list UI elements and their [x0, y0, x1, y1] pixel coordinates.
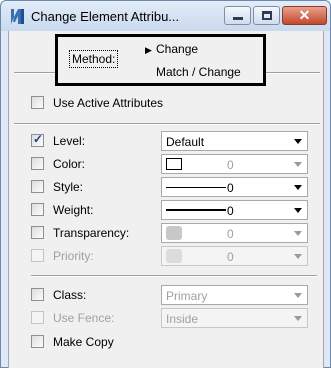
- maximize-button[interactable]: [253, 6, 280, 25]
- method-option-match-change[interactable]: Match / Change: [156, 65, 241, 79]
- use-fence-value: Inside: [166, 312, 199, 326]
- method-label: Method:: [69, 50, 119, 68]
- chevron-down-icon: [294, 293, 302, 298]
- maximize-icon: [262, 11, 272, 20]
- microstation-logo-icon: [11, 9, 24, 24]
- use-fence-dropdown: Inside: [161, 308, 308, 328]
- level-value: Default: [166, 135, 205, 149]
- class-label: Class:: [53, 288, 87, 302]
- style-label: Style:: [53, 180, 84, 194]
- chevron-down-icon: [294, 139, 302, 144]
- submenu-arrow-icon: ▶: [145, 45, 152, 55]
- transparency-value: 0: [227, 227, 234, 241]
- window-title: Change Element Attribu...: [31, 9, 180, 24]
- class-checkbox[interactable]: [31, 288, 44, 301]
- level-dropdown[interactable]: Default: [161, 131, 308, 151]
- chevron-down-icon: [294, 231, 302, 236]
- chevron-down-icon: [294, 208, 302, 213]
- method-menu: Method: ▶ Change Match / Change: [55, 34, 266, 86]
- style-dropdown[interactable]: 0: [161, 177, 308, 197]
- chevron-down-icon: [294, 316, 302, 321]
- transparency-dropdown[interactable]: 0: [161, 223, 308, 243]
- separator: [14, 123, 320, 125]
- priority-checkbox: [31, 249, 44, 262]
- color-dropdown[interactable]: 0: [161, 154, 308, 174]
- class-dropdown[interactable]: Primary: [161, 285, 308, 305]
- transparency-checkbox[interactable]: [31, 226, 44, 239]
- close-icon: ✕: [298, 7, 311, 23]
- close-button[interactable]: ✕: [282, 6, 327, 25]
- line-style-preview: [166, 187, 226, 188]
- transparency-icon: [166, 226, 182, 240]
- change-element-attributes-window: Change Element Attribu... ✕ Method: ▶ Ch…: [0, 0, 331, 368]
- make-copy-checkbox[interactable]: [31, 335, 44, 348]
- checkmark-icon: ✓: [33, 132, 44, 146]
- color-swatch: [166, 158, 182, 170]
- weight-value: 0: [227, 204, 234, 218]
- level-label: Level:: [53, 134, 86, 148]
- use-fence-label: Use Fence:: [53, 311, 115, 325]
- color-checkbox[interactable]: [31, 157, 44, 170]
- priority-value: 0: [227, 250, 234, 264]
- dialog-body: Method: ▶ Change Match / Change Use Acti…: [8, 31, 324, 368]
- use-active-attributes-label: Use Active Attributes: [53, 96, 164, 110]
- priority-label: Priority:: [53, 249, 94, 263]
- separator: [31, 275, 317, 277]
- priority-icon: [166, 249, 182, 263]
- minimize-button[interactable]: [224, 6, 251, 25]
- style-checkbox[interactable]: [31, 180, 44, 193]
- chevron-down-icon: [294, 254, 302, 259]
- chevron-down-icon: [294, 162, 302, 167]
- use-active-attributes-checkbox[interactable]: [31, 96, 44, 109]
- color-label: Color:: [53, 157, 86, 171]
- make-copy-label: Make Copy: [53, 335, 114, 349]
- line-weight-preview: [166, 209, 226, 211]
- weight-label: Weight:: [53, 203, 94, 217]
- use-fence-checkbox: [31, 311, 44, 324]
- level-checkbox[interactable]: ✓: [31, 132, 44, 147]
- transparency-label: Transparency:: [53, 226, 130, 240]
- chevron-down-icon: [294, 185, 302, 190]
- weight-dropdown[interactable]: 0: [161, 200, 308, 220]
- color-value: 0: [227, 158, 234, 172]
- method-option-change[interactable]: Change: [156, 42, 198, 56]
- priority-dropdown: 0: [161, 246, 308, 266]
- class-value: Primary: [166, 289, 208, 303]
- title-bar[interactable]: Change Element Attribu... ✕: [1, 1, 330, 31]
- style-value: 0: [227, 181, 234, 195]
- minimize-icon: [233, 17, 243, 20]
- weight-checkbox[interactable]: [31, 203, 44, 216]
